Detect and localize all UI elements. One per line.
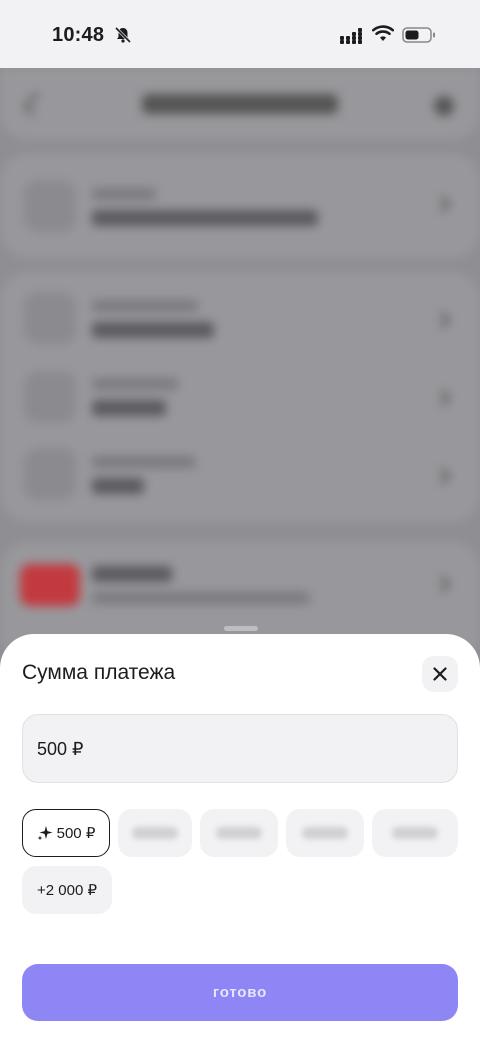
chevron-right-icon (433, 311, 451, 329)
close-button[interactable] (422, 656, 458, 692)
bell-off-icon (114, 26, 132, 44)
phone-icon (24, 180, 76, 232)
battery-icon (402, 27, 435, 43)
calendar-icon (24, 371, 76, 423)
status-time: 10:48 (52, 24, 105, 46)
suggestion-chip-blurred[interactable] (118, 809, 192, 857)
cellular-signal-icon (340, 28, 362, 44)
payment-amount-sheet: Сумма платежа 500 ₽ +2 000 ₽ готово (0, 634, 480, 1043)
bg-header (0, 68, 480, 140)
percent-icon (24, 448, 76, 500)
amount-field[interactable] (22, 714, 458, 783)
settings-icon (434, 96, 454, 116)
blurred-amount (392, 827, 438, 839)
suggestion-chip-blurred[interactable] (286, 809, 364, 857)
sheet-title: Сумма платежа (22, 661, 176, 684)
done-button[interactable]: готово (22, 964, 458, 1021)
suggestion-chip-blurred[interactable] (372, 809, 458, 857)
bank-logo (20, 564, 80, 606)
bg-card-recipient (0, 154, 480, 258)
chevron-right-icon (433, 389, 451, 407)
suggestion-chip-blurred[interactable] (200, 809, 278, 857)
bg-title-placeholder (142, 94, 338, 114)
chip-label: +2 000 ₽ (36, 882, 97, 899)
sheet-grabber[interactable] (224, 626, 258, 631)
chevron-right-icon (433, 467, 451, 485)
chevron-right-icon (433, 575, 451, 593)
amount-input[interactable] (37, 727, 437, 771)
close-icon (433, 667, 447, 681)
sparkle-icon (37, 826, 53, 841)
bg-card-settings (0, 272, 480, 522)
chip-label: 500 ₽ (56, 825, 96, 842)
suggestion-chip[interactable]: +2 000 ₽ (22, 866, 112, 914)
chevron-right-icon (433, 195, 451, 213)
wifi-icon (372, 25, 394, 41)
blurred-amount (216, 827, 262, 839)
status-bar: 10:48 (0, 0, 480, 68)
repeat-icon (24, 292, 76, 344)
suggestion-chip-selected[interactable]: 500 ₽ (22, 809, 110, 857)
blurred-amount (302, 827, 348, 839)
blurred-amount (132, 827, 178, 839)
back-icon (22, 91, 48, 117)
